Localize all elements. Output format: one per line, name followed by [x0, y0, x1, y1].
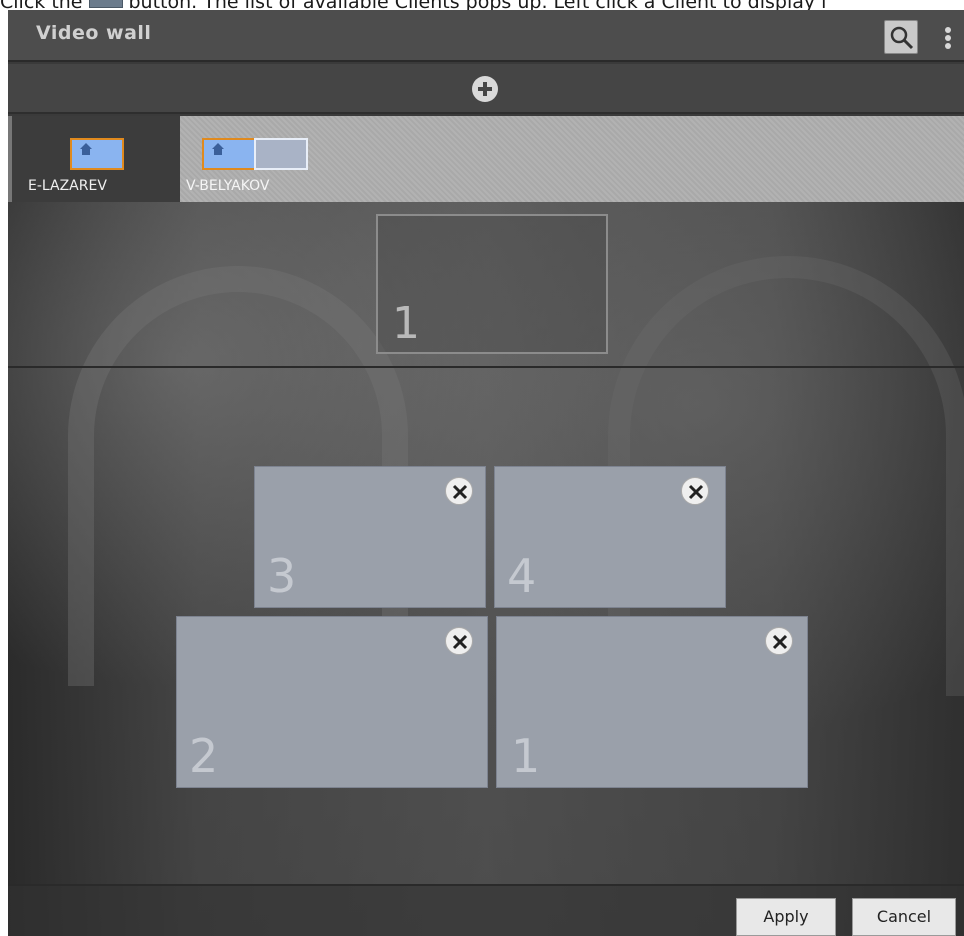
close-tile-button[interactable]	[681, 477, 709, 505]
layout-area: 3 4 2 1	[8, 370, 964, 884]
plus-circle-icon[interactable]	[472, 76, 498, 102]
tile-number: 4	[507, 549, 537, 603]
preview-monitor[interactable]: 1	[376, 214, 608, 354]
title-bar: Video wall	[8, 10, 964, 62]
search-button[interactable]	[884, 20, 918, 54]
client-tab-v-belyakov[interactable]: V-BELYAKOV	[182, 116, 382, 202]
close-tile-button[interactable]	[445, 627, 473, 655]
tile-number: 3	[267, 549, 297, 603]
layout-tile[interactable]: 2	[176, 616, 488, 788]
dialog-footer: Apply Cancel	[8, 884, 964, 936]
client-monitor	[70, 138, 124, 170]
close-icon	[452, 484, 468, 500]
close-icon	[688, 484, 704, 500]
apply-button[interactable]: Apply	[736, 898, 836, 936]
layout-tile[interactable]: 4	[494, 466, 726, 608]
close-icon	[452, 634, 468, 650]
video-wall-button-icon	[88, 0, 123, 8]
tile-number: 1	[511, 729, 541, 783]
clients-list: E-LAZAREV V-BELYAKOV	[8, 116, 964, 202]
tile-number: 2	[189, 729, 219, 783]
cancel-button[interactable]: Cancel	[852, 898, 956, 936]
client-name: E-LAZAREV	[28, 178, 107, 194]
panel-title: Video wall	[36, 22, 152, 44]
close-tile-button[interactable]	[445, 477, 473, 505]
video-wall-panel: Video wall E-LAZAREV V-BELYAKOV 1 3 4 2 …	[8, 10, 964, 936]
search-icon	[890, 26, 914, 50]
monitor-number: 1	[392, 298, 420, 349]
vertical-ellipsis-icon[interactable]	[943, 24, 953, 52]
client-monitor	[202, 138, 256, 170]
home-icon	[212, 143, 224, 155]
client-name: V-BELYAKOV	[186, 178, 270, 194]
add-client-bar	[8, 64, 964, 114]
close-tile-button[interactable]	[765, 627, 793, 655]
client-tab-e-lazarev[interactable]: E-LAZAREV	[8, 116, 180, 202]
monitor-preview-area: 1	[8, 202, 964, 368]
layout-tile[interactable]: 3	[254, 466, 486, 608]
client-monitor-secondary	[254, 138, 308, 170]
home-icon	[80, 143, 92, 155]
close-icon	[772, 634, 788, 650]
layout-tile[interactable]: 1	[496, 616, 808, 788]
